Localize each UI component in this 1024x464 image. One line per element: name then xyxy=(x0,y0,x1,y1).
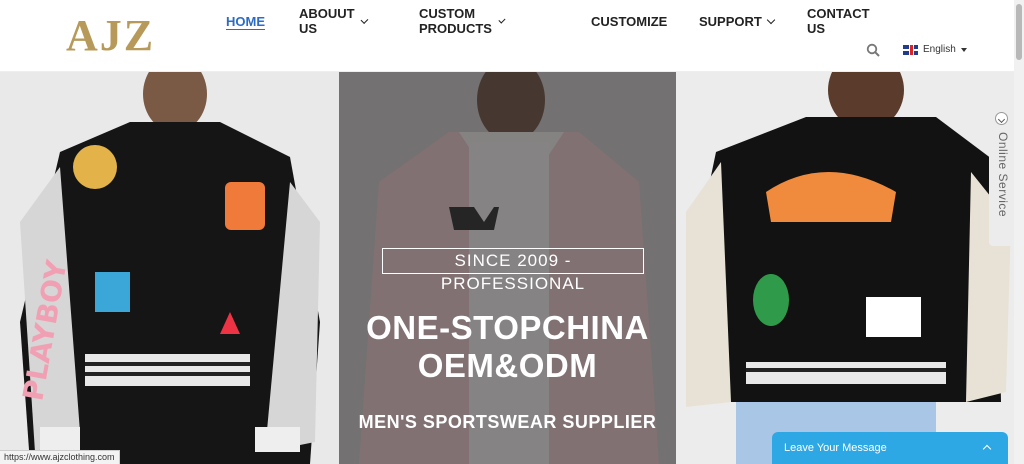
hero-image-right xyxy=(676,72,1014,464)
uk-flag-icon xyxy=(903,44,918,55)
nav-support-label: SUPPORT xyxy=(699,13,762,29)
nav-customize[interactable]: CUSTOMIZE xyxy=(591,12,667,30)
nav-custom-products-label: CUSTOM PRODUCTS xyxy=(419,6,492,36)
varsity-jacket-image-left: PLAYBOY xyxy=(16,72,320,464)
language-label: English xyxy=(923,44,956,55)
hero-headline: ONE-STOPCHINA OEM&ODM xyxy=(339,309,676,385)
hero-image-left: PLAYBOY xyxy=(0,72,339,464)
scrollbar-thumb[interactable] xyxy=(1016,4,1022,60)
nav-home-label: HOME xyxy=(226,13,265,29)
chevron-down-icon xyxy=(995,112,1008,125)
leave-message-bar[interactable]: Leave Your Message xyxy=(772,432,1008,464)
online-service-tab[interactable]: Online Service xyxy=(989,106,1014,246)
page-scrollbar[interactable] xyxy=(1014,0,1024,464)
chevron-up-icon xyxy=(982,444,992,454)
language-selector[interactable]: English xyxy=(903,44,967,55)
hero-banner: PLAYBOY SINCE 2009 -PROFESSIONAL ONE-STO… xyxy=(0,72,1014,464)
hero-image-middle: SINCE 2009 -PROFESSIONAL ONE-STOPCHINA O… xyxy=(339,72,676,464)
hero-headline-line2: OEM&ODM xyxy=(417,347,598,384)
chevron-down-icon xyxy=(360,15,369,24)
main-nav: HOME ABOUUT US CUSTOM PRODUCTS CUSTOMIZE… xyxy=(226,6,870,36)
nav-home[interactable]: HOME xyxy=(226,12,265,30)
search-icon[interactable] xyxy=(866,43,880,57)
status-url: https://www.ajzclothing.com xyxy=(0,450,120,464)
site-header: AJZ HOME ABOUUT US CUSTOM PRODUCTS CUSTO… xyxy=(0,0,1014,72)
leave-message-label: Leave Your Message xyxy=(784,442,887,454)
since-badge: SINCE 2009 -PROFESSIONAL xyxy=(382,248,644,293)
nav-contact-us-label: CONTACT US xyxy=(807,6,870,36)
nav-about-us[interactable]: ABOUUT US xyxy=(299,6,369,36)
nav-contact-us[interactable]: CONTACT US xyxy=(807,6,870,36)
chevron-down-icon xyxy=(766,15,776,24)
online-service-label: Online Service xyxy=(996,132,1010,218)
nav-support[interactable]: SUPPORT xyxy=(699,12,776,30)
site-logo[interactable]: AJZ xyxy=(66,14,155,58)
hero-headline-line1: ONE-STOPCHINA xyxy=(366,309,649,346)
chevron-down-icon xyxy=(498,16,506,23)
varsity-jacket-image-right xyxy=(686,72,1011,464)
caret-down-icon xyxy=(960,47,967,52)
nav-about-us-label: ABOUUT US xyxy=(299,6,355,36)
nav-custom-products[interactable]: CUSTOM PRODUCTS xyxy=(419,6,506,36)
hero-subline: MEN'S SPORTSWEAR SUPPLIER xyxy=(358,412,657,432)
nav-customize-label: CUSTOMIZE xyxy=(591,13,668,29)
